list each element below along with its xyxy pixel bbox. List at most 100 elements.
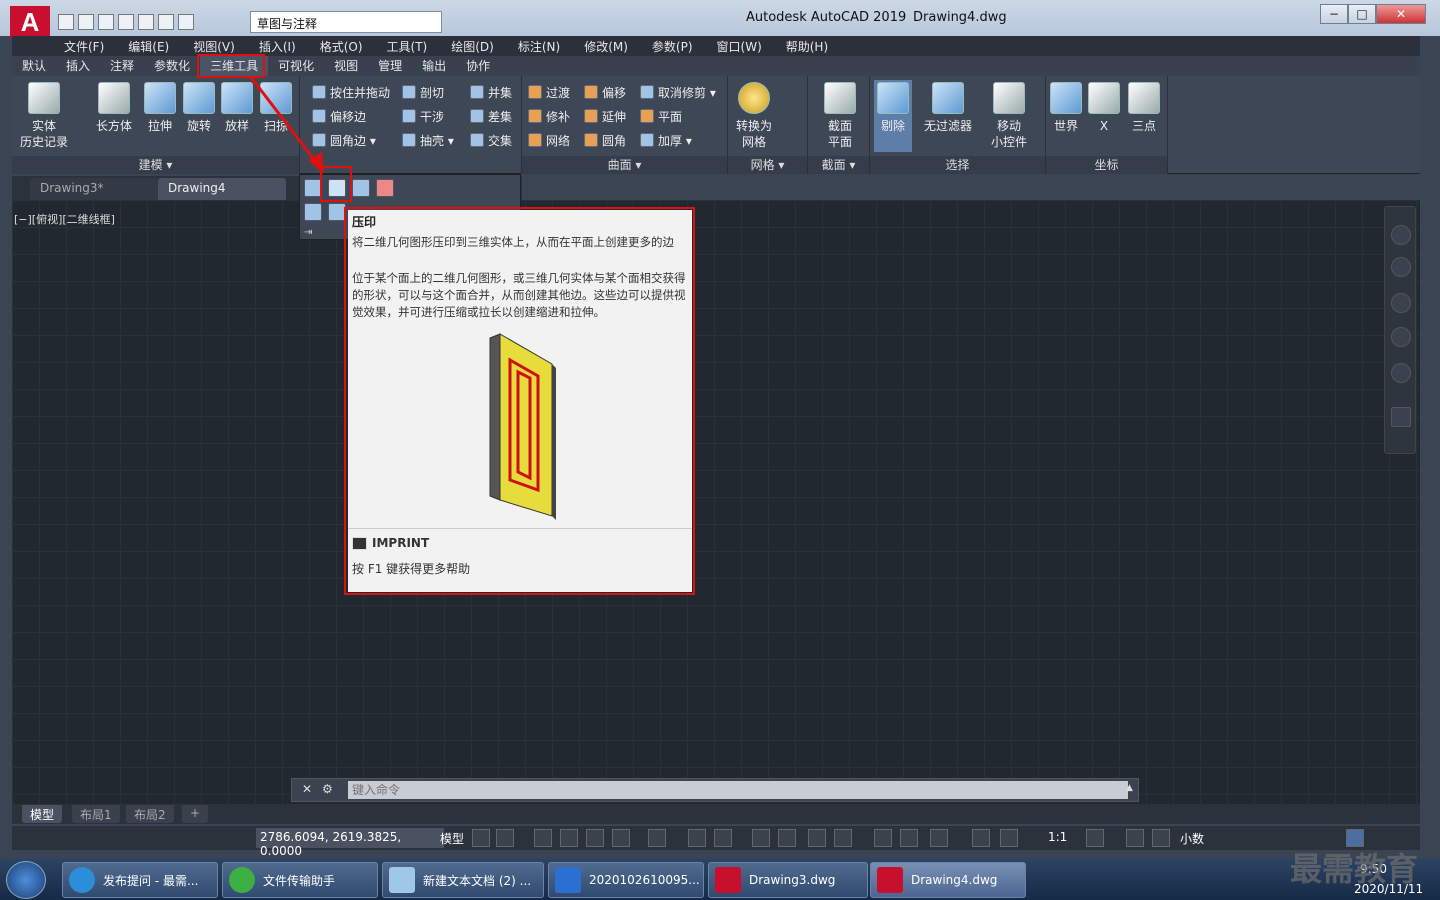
copy-edges-icon[interactable] (376, 179, 394, 197)
workspace-switch-icon[interactable] (900, 829, 918, 847)
object-snap-icon[interactable] (648, 829, 666, 847)
menu-draw[interactable]: 绘图(D) (439, 38, 506, 55)
add-layout-button[interactable]: + (182, 805, 209, 823)
windows-start-icon[interactable] (6, 861, 46, 899)
network-button[interactable]: 网络 (528, 130, 570, 150)
menu-dimension[interactable]: 标注(N) (506, 38, 572, 55)
pan-icon[interactable] (1391, 293, 1411, 313)
transparency-icon[interactable] (714, 829, 732, 847)
tab-manage[interactable]: 管理 (368, 56, 412, 76)
full-navigation-wheel-icon[interactable] (1391, 225, 1411, 245)
menu-modify[interactable]: 修改(M) (572, 38, 640, 55)
tab-insert[interactable]: 插入 (56, 56, 100, 76)
object-snap-tracking-icon[interactable] (612, 829, 630, 847)
taskbar-item-drawing4[interactable]: Drawing4.dwg (870, 862, 1026, 898)
lineweight-icon[interactable] (688, 829, 706, 847)
restore-button[interactable]: □ (1348, 4, 1376, 24)
x-ucs-button[interactable]: X (1086, 82, 1122, 134)
polar-icon[interactable] (560, 829, 578, 847)
tab-collaborate[interactable]: 协作 (456, 56, 500, 76)
patch-button[interactable]: 修补 (528, 106, 570, 126)
layout-tab-layout1[interactable]: 布局1 (72, 805, 120, 823)
tab-default[interactable]: 默认 (12, 56, 56, 76)
close-button[interactable]: ✕ (1376, 4, 1426, 24)
tab-annotate[interactable]: 注释 (100, 56, 144, 76)
three-point-ucs-button[interactable]: 三点 (1126, 82, 1162, 134)
section-plane-button[interactable]: 截面 平面 (820, 82, 860, 150)
doc-tab-drawing3[interactable]: Drawing3* (30, 178, 158, 200)
show-motion-icon[interactable] (1391, 407, 1411, 427)
extend-button[interactable]: 延伸 (584, 106, 626, 126)
slice-button[interactable]: 剖切 (402, 82, 444, 102)
menu-window[interactable]: 窗口(W) (705, 38, 774, 55)
units-select[interactable]: 小数 (1180, 830, 1204, 847)
auto-scale-icon[interactable] (972, 829, 990, 847)
open-file-icon[interactable] (78, 14, 94, 30)
taskbar-item-drawing3[interactable]: Drawing3.dwg (708, 862, 868, 898)
surface-offset-button[interactable]: 偏移 (584, 82, 626, 102)
gizmo-icon[interactable] (834, 829, 852, 847)
menu-format[interactable]: 格式(O) (308, 38, 375, 55)
autocad-logo-icon[interactable]: A (10, 6, 50, 38)
command-history-icon[interactable]: ▲ (1126, 783, 1133, 793)
viewport-controls[interactable]: [−][俯视][二维线框] (14, 211, 115, 227)
annotation-monitor-icon[interactable] (930, 829, 948, 847)
taskbar-item-browser[interactable]: 发布提问 - 最需... (62, 862, 218, 898)
color-edges-icon[interactable] (352, 179, 370, 197)
ortho-icon[interactable] (534, 829, 552, 847)
model-space-button[interactable]: 模型 (440, 830, 464, 847)
panel-surface-label[interactable]: 曲面 ▾ (522, 156, 727, 174)
undo-icon[interactable] (158, 14, 174, 30)
layout-tab-model[interactable]: 模型 (22, 805, 63, 823)
layout-tab-layout2[interactable]: 布局2 (126, 805, 174, 823)
tab-parametric[interactable]: 参数化 (144, 56, 200, 76)
no-filter-button[interactable]: 无过滤器 (920, 82, 976, 134)
quick-properties-icon[interactable] (1152, 829, 1170, 847)
save-icon[interactable] (98, 14, 114, 30)
save-as-icon[interactable] (118, 14, 134, 30)
selection-cycling-icon[interactable] (752, 829, 770, 847)
intersect-button[interactable]: 交集 (470, 130, 512, 150)
box-button[interactable]: 长方体 (92, 82, 136, 134)
menu-parametric[interactable]: 参数(P) (640, 38, 705, 55)
world-ucs-button[interactable]: 世界 (1048, 82, 1084, 134)
redo-icon[interactable] (178, 14, 194, 30)
planar-button[interactable]: 平面 (640, 106, 682, 126)
settings-gear-icon[interactable] (1086, 829, 1104, 847)
steering-wheel-icon[interactable] (1391, 257, 1411, 277)
move-gizmo-button[interactable]: 移动 小控件 (984, 82, 1034, 150)
orbit-icon[interactable] (1391, 363, 1411, 383)
command-input[interactable] (348, 781, 1128, 799)
untrim-button[interactable]: 取消修剪 ▾ (640, 82, 716, 102)
taskbar-item-notepad[interactable]: 新建文本文档 (2) ... (382, 862, 544, 898)
thicken-button[interactable]: 加厚 ▾ (640, 130, 692, 150)
annotation-scale[interactable]: 1:1 (1048, 830, 1067, 844)
extrude-faces-icon[interactable] (304, 203, 322, 221)
blend-button[interactable]: 过渡 (528, 82, 570, 102)
isodraft-icon[interactable] (586, 829, 604, 847)
menu-file[interactable]: 文件(F) (12, 38, 116, 55)
annotation-scale-icon[interactable] (1000, 829, 1018, 847)
extrude-button[interactable]: 拉伸 (140, 82, 180, 134)
menu-insert[interactable]: 插入(I) (247, 38, 308, 55)
convert-mesh-button[interactable]: 转换为 网格 (734, 82, 774, 150)
selection-filter-icon[interactable] (808, 829, 826, 847)
panel-mesh-label[interactable]: 网格 ▾ (728, 156, 807, 174)
pin-icon[interactable]: ⇥ (304, 227, 312, 238)
surface-fillet-button[interactable]: 圆角 (584, 130, 626, 150)
minimize-button[interactable]: − (1320, 4, 1348, 24)
menu-help[interactable]: 帮助(H) (774, 38, 840, 55)
close-command-icon[interactable]: ✕ (302, 782, 312, 796)
doc-tab-drawing4[interactable]: Drawing4 (158, 178, 286, 200)
annotation-visibility-icon[interactable] (874, 829, 892, 847)
menu-edit[interactable]: 编辑(E) (116, 38, 181, 55)
taskbar-item-wechat[interactable]: 文件传输助手 (222, 862, 378, 898)
subtract-button[interactable]: 差集 (470, 106, 512, 126)
interfere-button[interactable]: 干涉 (402, 106, 444, 126)
customize-command-icon[interactable]: ⚙ (322, 782, 333, 796)
menu-tools[interactable]: 工具(T) (375, 38, 440, 55)
menu-view[interactable]: 视图(V) (181, 38, 247, 55)
solid-history-button[interactable]: 实体 历史记录 (18, 82, 70, 150)
revolve-button[interactable]: 旋转 (180, 82, 218, 134)
drawing-canvas[interactable] (12, 200, 1420, 804)
